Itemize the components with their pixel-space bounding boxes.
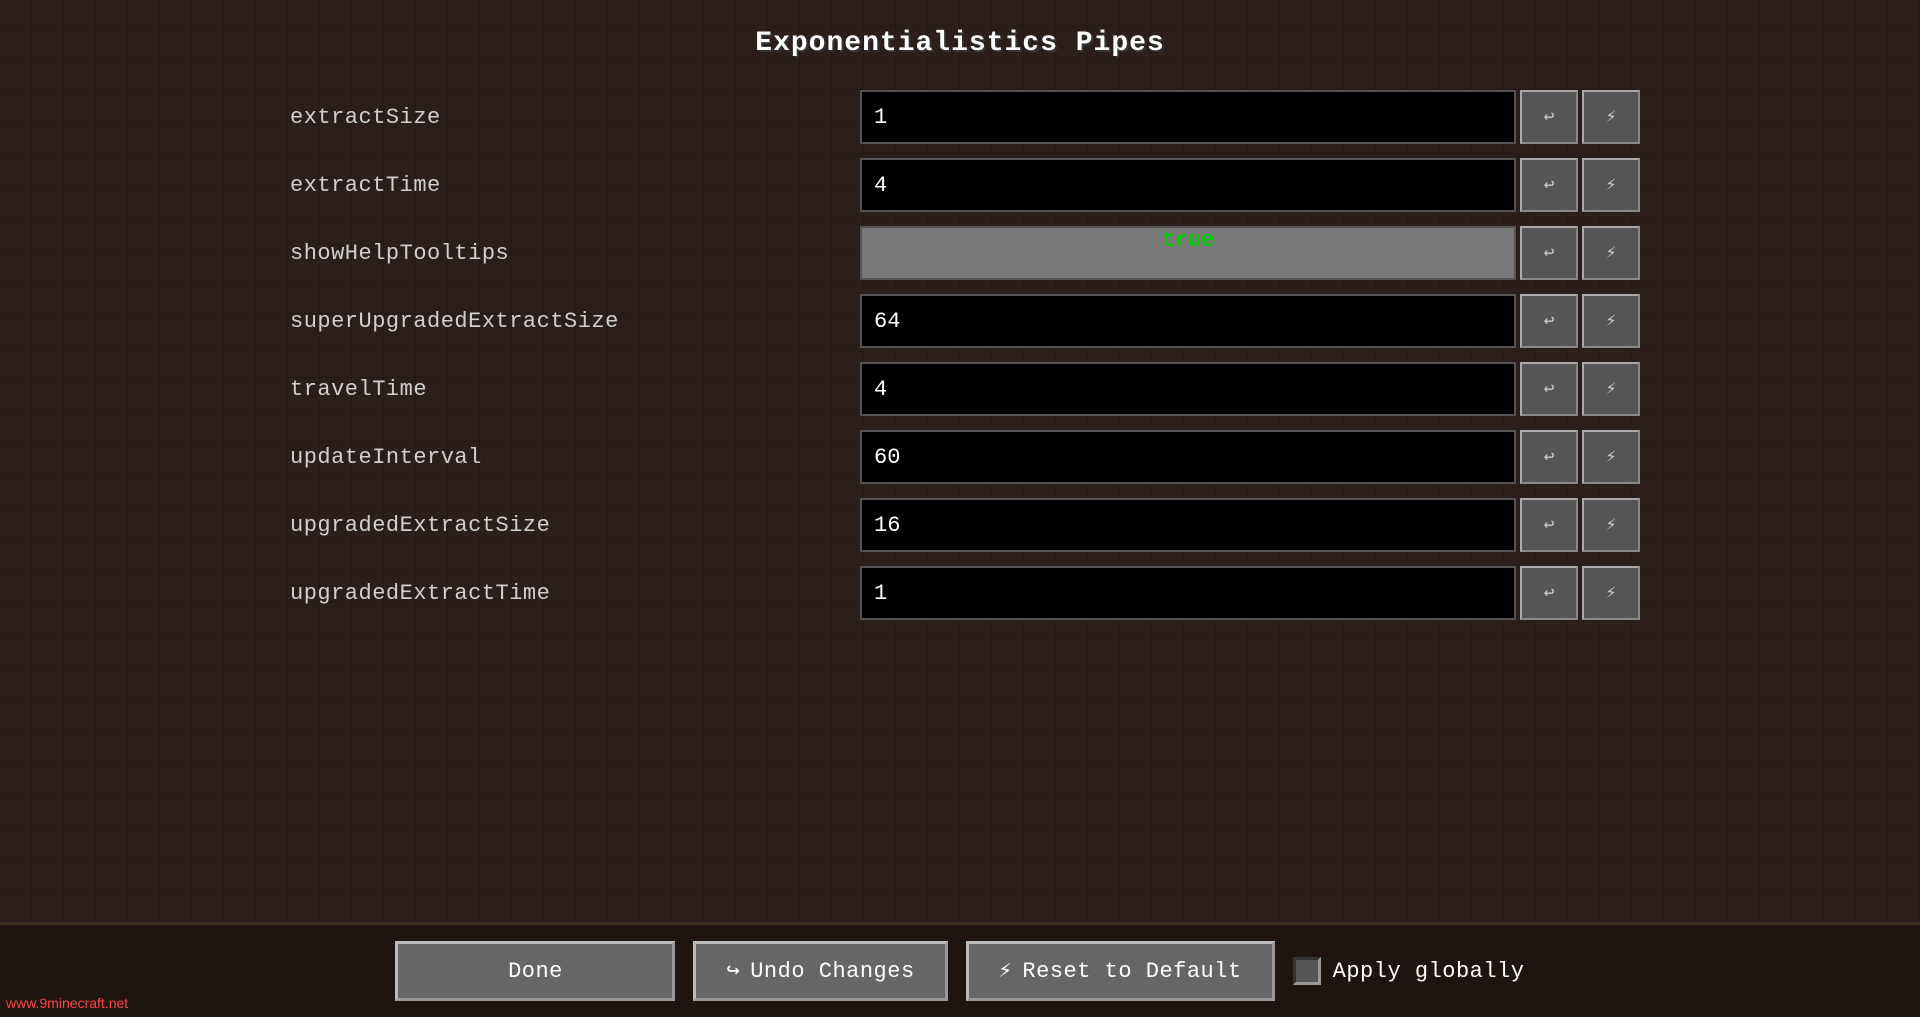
setting-row: upgradedExtractSize ↩⚡	[280, 491, 1640, 559]
done-button[interactable]: Done	[395, 941, 675, 1001]
undo-btn-extractTime[interactable]: ↩	[1520, 158, 1578, 212]
setting-label-upgradedExtractSize: upgradedExtractSize	[280, 513, 860, 538]
undo-changes-button[interactable]: ↩ Undo Changes	[693, 941, 947, 1001]
setting-input-upgradedExtractSize[interactable]	[860, 498, 1516, 552]
undo-label: Undo Changes	[750, 959, 914, 984]
apply-globally-label: Apply globally	[1333, 959, 1525, 984]
reset-btn-updateInterval[interactable]: ⚡	[1582, 430, 1640, 484]
undo-icon: ↩	[726, 958, 740, 984]
undo-btn-extractSize[interactable]: ↩	[1520, 90, 1578, 144]
setting-label-extractTime: extractTime	[280, 173, 860, 198]
reset-btn-upgradedExtractSize[interactable]: ⚡	[1582, 498, 1640, 552]
watermark: www.9minecraft.net	[6, 995, 128, 1011]
setting-input-travelTime[interactable]	[860, 362, 1516, 416]
setting-row: updateInterval ↩⚡	[280, 423, 1640, 491]
footer: Done ↩ Undo Changes ⚡ Reset to Default A…	[0, 922, 1920, 1017]
done-label: Done	[508, 959, 563, 984]
apply-globally-checkbox[interactable]	[1293, 957, 1321, 985]
setting-row: extractSize ↩⚡	[280, 83, 1640, 151]
setting-input-superUpgradedExtractSize[interactable]	[860, 294, 1516, 348]
reset-btn-upgradedExtractTime[interactable]: ⚡	[1582, 566, 1640, 620]
setting-row: superUpgradedExtractSize ↩⚡	[280, 287, 1640, 355]
setting-label-showHelpTooltips: showHelpTooltips	[280, 241, 860, 266]
reset-label: Reset to Default	[1022, 959, 1241, 984]
undo-btn-upgradedExtractTime[interactable]: ↩	[1520, 566, 1578, 620]
setting-label-upgradedExtractTime: upgradedExtractTime	[280, 581, 860, 606]
undo-btn-showHelpTooltips[interactable]: ↩	[1520, 226, 1578, 280]
setting-label-extractSize: extractSize	[280, 105, 860, 130]
reset-icon: ⚡	[999, 958, 1013, 984]
setting-input-upgradedExtractTime[interactable]	[860, 566, 1516, 620]
setting-input-updateInterval[interactable]	[860, 430, 1516, 484]
page-title: Exponentialistics Pipes	[755, 28, 1164, 59]
undo-btn-travelTime[interactable]: ↩	[1520, 362, 1578, 416]
setting-label-updateInterval: updateInterval	[280, 445, 860, 470]
setting-row: showHelpTooltipstrue↩⚡	[280, 219, 1640, 287]
undo-btn-superUpgradedExtractSize[interactable]: ↩	[1520, 294, 1578, 348]
reset-btn-travelTime[interactable]: ⚡	[1582, 362, 1640, 416]
setting-row: extractTime ↩⚡	[280, 151, 1640, 219]
reset-btn-extractTime[interactable]: ⚡	[1582, 158, 1640, 212]
setting-row: upgradedExtractTime ↩⚡	[280, 559, 1640, 627]
undo-btn-updateInterval[interactable]: ↩	[1520, 430, 1578, 484]
setting-label-travelTime: travelTime	[280, 377, 860, 402]
setting-label-superUpgradedExtractSize: superUpgradedExtractSize	[280, 309, 860, 334]
reset-btn-showHelpTooltips[interactable]: ⚡	[1582, 226, 1640, 280]
setting-input-extractSize[interactable]	[860, 90, 1516, 144]
reset-btn-superUpgradedExtractSize[interactable]: ⚡	[1582, 294, 1640, 348]
reset-btn-extractSize[interactable]: ⚡	[1582, 90, 1640, 144]
undo-btn-upgradedExtractSize[interactable]: ↩	[1520, 498, 1578, 552]
setting-row: travelTime ↩⚡	[280, 355, 1640, 423]
setting-input-extractTime[interactable]	[860, 158, 1516, 212]
settings-container: extractSize↩⚡extractTime↩⚡showHelpToolti…	[280, 83, 1640, 627]
setting-input-showHelpTooltips[interactable]: true	[860, 226, 1516, 280]
reset-to-default-button[interactable]: ⚡ Reset to Default	[966, 941, 1275, 1001]
apply-globally-area: Apply globally	[1293, 957, 1525, 985]
